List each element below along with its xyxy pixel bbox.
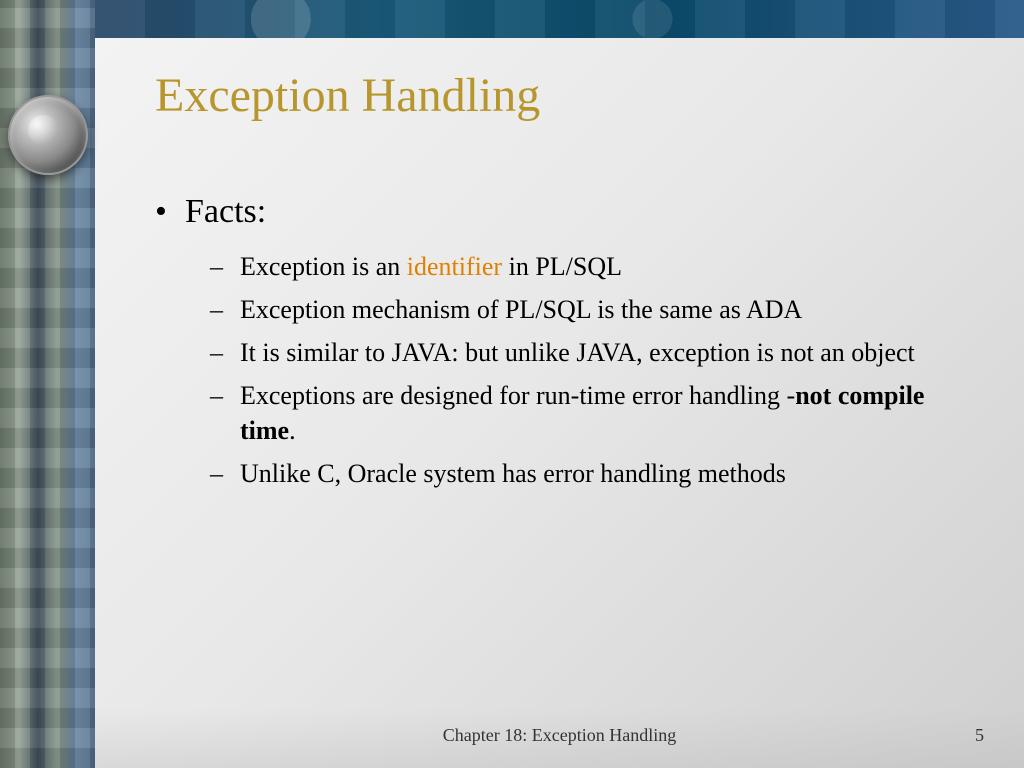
sub-item-3-pre: Exceptions are designed for run-time err…	[240, 381, 795, 410]
slide-footer: Chapter 18: Exception Handling 5	[95, 720, 1024, 750]
circle-ornament-icon	[8, 95, 88, 175]
slide-title: Exception Handling	[145, 68, 974, 123]
sub-item-4: Unlike C, Oracle system has error handli…	[240, 456, 974, 491]
main-item-label: Facts:	[185, 193, 266, 230]
sub-item-2: It is similar to JAVA: but unlike JAVA, …	[240, 335, 974, 370]
top-decorative-strip	[95, 0, 1024, 38]
sub-item-0-post: in PL/SQL	[502, 252, 622, 281]
footer-page-number: 5	[975, 725, 984, 746]
sub-item-3-post: .	[289, 416, 296, 445]
slide-content: Exception Handling Facts: Exception is a…	[95, 38, 1024, 708]
slide: Exception Handling Facts: Exception is a…	[0, 0, 1024, 768]
main-bullet-list: Facts: Exception is an identifier in PL/…	[145, 193, 974, 492]
sub-item-0-pre: Exception is an	[240, 252, 407, 281]
sub-bullet-list: Exception is an identifier in PL/SQL Exc…	[185, 249, 974, 492]
sub-item-3: Exceptions are designed for run-time err…	[240, 378, 974, 448]
sub-item-0-highlight: identifier	[407, 252, 502, 281]
sub-item-0: Exception is an identifier in PL/SQL	[240, 249, 974, 284]
footer-chapter: Chapter 18: Exception Handling	[95, 725, 1024, 746]
sub-item-1: Exception mechanism of PL/SQL is the sam…	[240, 292, 974, 327]
main-item-facts: Facts: Exception is an identifier in PL/…	[185, 193, 974, 492]
